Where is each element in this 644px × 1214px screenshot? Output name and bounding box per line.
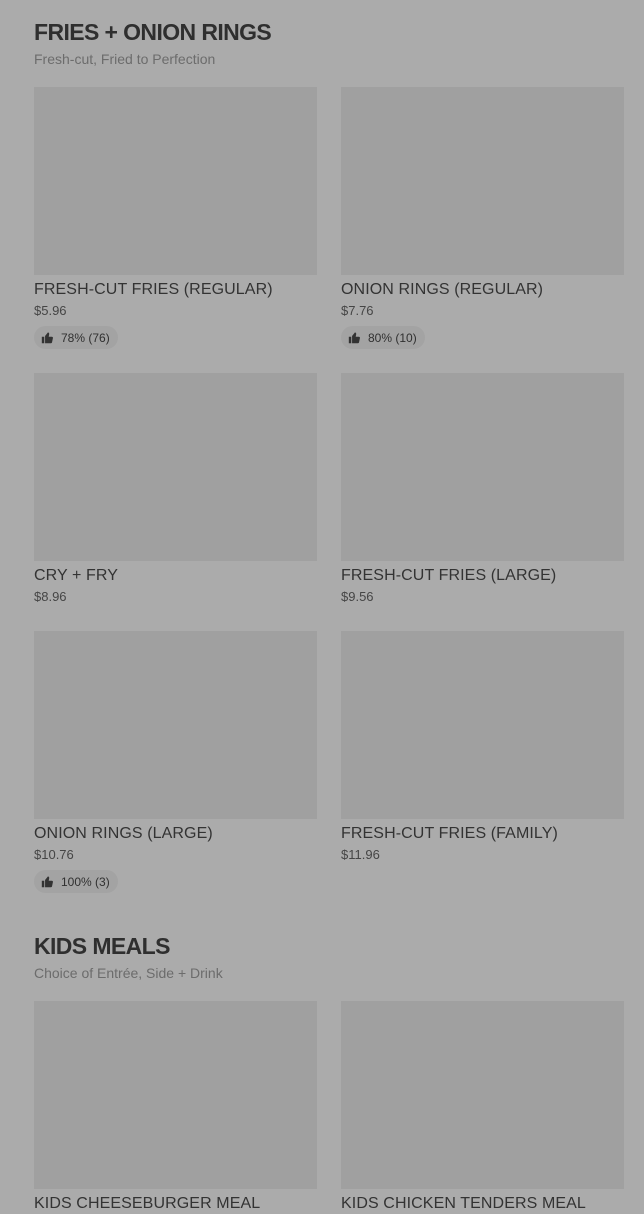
menu-item-image[interactable] xyxy=(34,373,317,561)
menu-item-price: $7.76 xyxy=(341,303,374,318)
section-title: KIDS MEALS xyxy=(34,933,170,959)
menu-item-price: $10.76 xyxy=(34,847,74,862)
rating-text: 80% (10) xyxy=(368,330,417,345)
menu-item-price: $9.56 xyxy=(341,589,374,604)
menu-item-name: FRESH-CUT FRIES (LARGE) xyxy=(341,567,557,584)
rating-text: 78% (76) xyxy=(61,330,110,345)
menu-item-name: ONION RINGS (REGULAR) xyxy=(341,281,544,298)
menu-item-card[interactable]: CRY + FRY $8.96 xyxy=(34,373,317,605)
thumbs-up-icon xyxy=(41,332,53,344)
menu-item-price: $11.96 xyxy=(341,847,380,862)
thumbs-up-icon xyxy=(348,332,360,344)
menu-item-card[interactable]: FRESH-CUT FRIES (LARGE) $9.56 xyxy=(341,373,624,605)
menu-item-image[interactable] xyxy=(341,631,624,819)
menu-item-card[interactable]: FRESH-CUT FRIES (REGULAR) $5.96 78% (76) xyxy=(34,87,317,349)
menu-item-image[interactable] xyxy=(341,87,624,275)
menu-item-name: CRY + FRY xyxy=(34,567,119,584)
menu-item-card[interactable]: ONION RINGS (LARGE) $10.76 100% (3) xyxy=(34,631,317,893)
menu-item-name: FRESH-CUT FRIES (FAMILY) xyxy=(341,825,558,842)
rating-badge: 80% (10) xyxy=(341,326,425,349)
menu-item-image[interactable] xyxy=(341,373,624,561)
section-kids-meals: KIDS MEALS Choice of Entrée, Side + Drin… xyxy=(34,932,624,1212)
menu-item-price: $5.96 xyxy=(34,303,67,318)
menu-item-card[interactable]: KIDS CHICKEN TENDERS MEAL xyxy=(341,1001,624,1214)
menu-item-image[interactable] xyxy=(34,631,317,819)
menu-item-price: $8.96 xyxy=(34,589,67,604)
thumbs-up-icon xyxy=(41,876,53,888)
section-fries-onion-rings: FRIES + ONION RINGS Fresh-cut, Fried to … xyxy=(34,18,624,893)
rating-text: 100% (3) xyxy=(61,874,110,889)
menu-item-name: ONION RINGS (LARGE) xyxy=(34,825,213,842)
section-subtitle: Choice of Entrée, Side + Drink xyxy=(34,965,223,981)
rating-badge: 78% (76) xyxy=(34,326,118,349)
rating-badge: 100% (3) xyxy=(34,870,118,893)
menu-item-name: KIDS CHEESEBURGER MEAL xyxy=(34,1195,261,1212)
menu-item-image[interactable] xyxy=(341,1001,624,1189)
menu-item-card[interactable]: ONION RINGS (REGULAR) $7.76 80% (10) xyxy=(341,87,624,349)
menu-item-name: KIDS CHICKEN TENDERS MEAL xyxy=(341,1195,586,1212)
menu-item-image[interactable] xyxy=(34,87,317,275)
section-subtitle: Fresh-cut, Fried to Perfection xyxy=(34,51,216,67)
menu-item-card[interactable]: KIDS CHEESEBURGER MEAL xyxy=(34,1001,317,1214)
section-title: FRIES + ONION RINGS xyxy=(34,19,272,45)
menu-item-image[interactable] xyxy=(34,1001,317,1189)
menu-item-card[interactable]: FRESH-CUT FRIES (FAMILY) $11.96 xyxy=(341,631,624,863)
menu-item-name: FRESH-CUT FRIES (REGULAR) xyxy=(34,281,273,298)
